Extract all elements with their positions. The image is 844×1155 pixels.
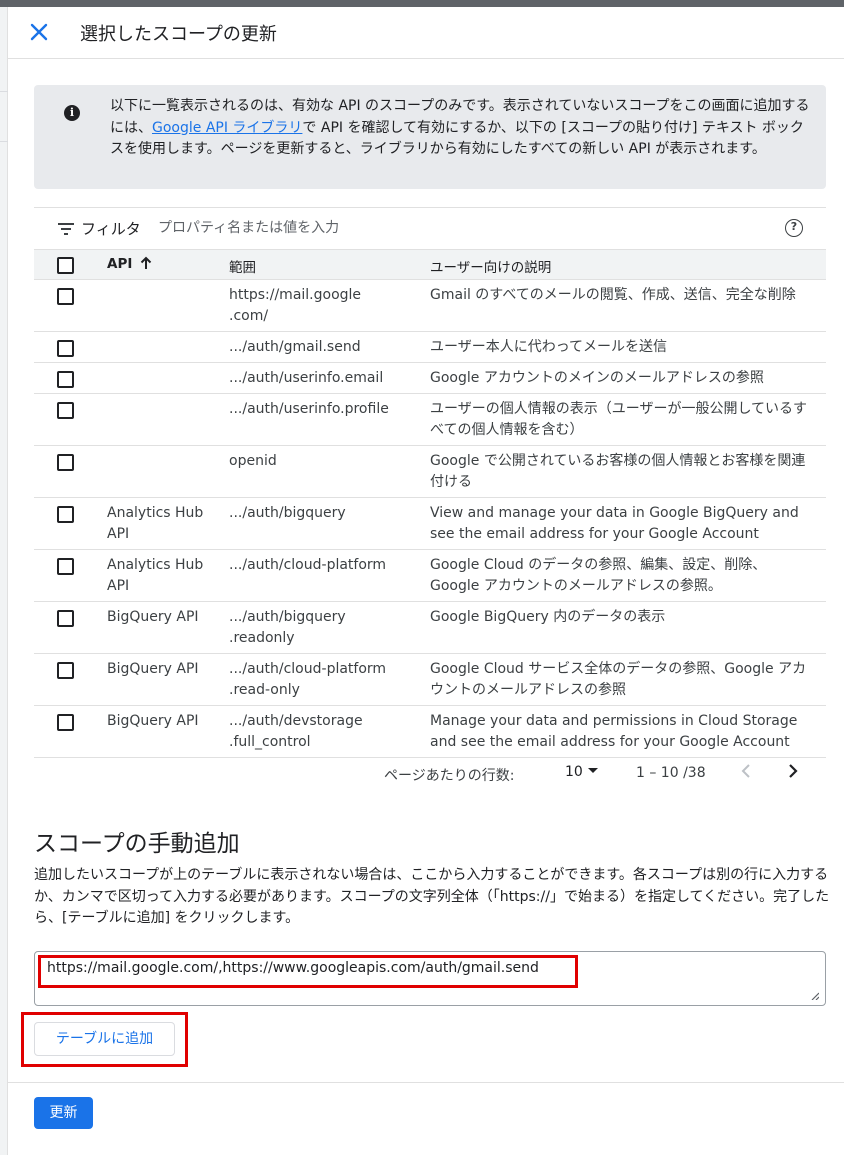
row-scope-cell: .../auth/cloud-platform — [229, 557, 387, 573]
row-description-cell: ユーザー本人に代わってメールを送信 — [430, 339, 668, 355]
row-checkbox[interactable] — [57, 454, 74, 471]
close-icon — [30, 23, 48, 41]
table-row: BigQuery API .../auth/devstorage .full_co… — [34, 706, 826, 758]
row-checkbox[interactable] — [57, 288, 74, 305]
info-icon: i — [64, 105, 80, 121]
highlight-box-add-button — [21, 1012, 188, 1067]
table-row: https://mail.google .com/Gmail のすべてのメールの… — [34, 280, 826, 332]
info-banner: i 以下に一覧表示されるのは、有効な API のスコープのみです。表示されていな… — [34, 85, 826, 189]
row-checkbox[interactable] — [57, 714, 74, 731]
row-description-cell: Google Cloud サービス全体のデータの参照、Google アカウントの… — [430, 661, 807, 698]
row-scope-cell: .../auth/cloud-platform .read-only — [229, 661, 387, 698]
sort-ascending-icon — [141, 256, 152, 269]
strip-divider — [0, 91, 8, 92]
table-row: BigQuery API .../auth/bigquery .readonly G… — [34, 602, 826, 654]
row-api-cell: BigQuery API — [107, 661, 199, 677]
row-api-cell: Analytics Hub API — [107, 505, 204, 542]
row-scope-cell: .../auth/userinfo.profile — [229, 401, 389, 417]
row-scope-cell: .../auth/gmail.send — [229, 339, 361, 355]
close-button[interactable] — [28, 21, 50, 43]
update-scopes-dialog: 選択したスコープの更新 i 以下に一覧表示されるのは、有効な API のスコープ… — [8, 7, 844, 1155]
row-scope-cell: .../auth/bigquery — [229, 505, 346, 521]
row-scope-cell: https://mail.google .com/ — [229, 287, 362, 324]
strip-divider — [0, 141, 8, 142]
row-checkbox[interactable] — [57, 662, 74, 679]
row-description-cell: View and manage your data in Google BigQ… — [430, 505, 799, 542]
table-row: .../auth/userinfo.profile ユーザーの個人情報の表示（ユー… — [34, 394, 826, 446]
column-header-description[interactable]: ユーザー向けの説明 — [430, 256, 551, 276]
row-scope-cell: openid — [229, 453, 277, 469]
row-checkbox[interactable] — [57, 506, 74, 523]
filter-icon — [58, 223, 74, 235]
next-page-button[interactable] — [787, 763, 799, 784]
row-description-cell: Google BigQuery 内のデータの表示 — [430, 609, 666, 625]
rows-per-page-label: ページあたりの行数: — [384, 768, 515, 784]
highlight-box-textarea — [38, 955, 578, 988]
pagination: ページあたりの行数: 10 1 – 10 /38 — [34, 759, 826, 793]
row-api-cell: BigQuery API — [107, 713, 199, 729]
row-description-cell: Google Cloud のデータの参照、編集、設定、削除、Google アカウ… — [430, 557, 767, 594]
chevron-right-icon — [789, 764, 798, 778]
row-description-cell: Google で公開されているお客様の個人情報とお客様を関連付ける — [430, 453, 806, 490]
window-top-bar — [0, 0, 844, 7]
manual-add-title: スコープの手動追加 — [34, 831, 240, 857]
table-header-row: API 範囲 ユーザー向けの説明 — [34, 249, 826, 280]
row-checkbox[interactable] — [57, 402, 74, 419]
filter-label: フィルタ — [81, 220, 141, 238]
column-header-scope[interactable]: 範囲 — [229, 256, 256, 276]
table-row: Analytics Hub API .../auth/bigquery View a… — [34, 498, 826, 550]
page-range: 1 – 10 /38 — [636, 765, 706, 781]
row-api-cell: BigQuery API — [107, 609, 199, 625]
scopes-table: API 範囲 ユーザー向けの説明 https://mail.google .co… — [34, 249, 826, 758]
table-row: BigQuery API .../auth/cloud-platform .rea… — [34, 654, 826, 706]
help-icon[interactable]: ? — [785, 219, 803, 237]
table-body: https://mail.google .com/Gmail のすべてのメールの… — [34, 280, 826, 758]
api-library-link[interactable]: Google API ライブラリ — [152, 120, 302, 136]
rows-per-page-value: 10 — [565, 764, 583, 780]
row-checkbox[interactable] — [57, 371, 74, 388]
rows-per-page-select[interactable]: 10 — [565, 764, 598, 780]
resize-handle-icon[interactable] — [811, 992, 819, 1000]
caret-down-icon — [587, 768, 598, 773]
background-page-strip — [0, 7, 8, 1155]
select-all-checkbox[interactable] — [57, 257, 74, 274]
row-api-cell: Analytics Hub API — [107, 557, 204, 594]
info-text: 以下に一覧表示されるのは、有効な API のスコープのみです。表示されていないス… — [110, 96, 810, 161]
row-description-cell: Gmail のすべてのメールの閲覧、作成、送信、完全な削除 — [430, 287, 796, 303]
dialog-header: 選択したスコープの更新 — [8, 7, 844, 59]
row-checkbox[interactable] — [57, 558, 74, 575]
table-row: openid Google で公開されているお客様の個人情報とお客様を関連付ける — [34, 446, 826, 498]
table-row: Analytics Hub API .../auth/cloud-platform… — [34, 550, 826, 602]
update-button[interactable]: 更新 — [34, 1097, 93, 1129]
filter-input[interactable] — [158, 216, 758, 240]
previous-page-button[interactable] — [740, 763, 752, 784]
column-header-api[interactable]: API — [107, 256, 152, 272]
row-description-cell: ユーザーの個人情報の表示（ユーザーが一般公開しているすべての個人情報を含む） — [430, 401, 808, 438]
table-row: .../auth/gmail.send ユーザー本人に代わってメールを送信 — [34, 332, 826, 363]
footer-divider — [8, 1082, 844, 1083]
row-scope-cell: .../auth/userinfo.email — [229, 370, 384, 386]
row-checkbox[interactable] — [57, 610, 74, 627]
row-description-cell: Manage your data and permissions in Clou… — [430, 713, 798, 750]
chevron-left-icon — [741, 764, 750, 778]
row-checkbox[interactable] — [57, 340, 74, 357]
row-scope-cell: .../auth/devstorage .full_control — [229, 713, 363, 750]
row-scope-cell: .../auth/bigquery .readonly — [229, 609, 346, 646]
dialog-title: 選択したスコープの更新 — [80, 24, 277, 45]
filter-bar: フィルタ ? — [34, 207, 826, 249]
table-row: .../auth/userinfo.email Google アカウントのメインの… — [34, 363, 826, 394]
column-header-api-label: API — [107, 256, 133, 272]
row-description-cell: Google アカウントのメインのメールアドレスの参照 — [430, 370, 764, 386]
manual-add-description: 追加したいスコープが上のテーブルに表示されない場合は、ここから入力することができ… — [34, 867, 830, 926]
